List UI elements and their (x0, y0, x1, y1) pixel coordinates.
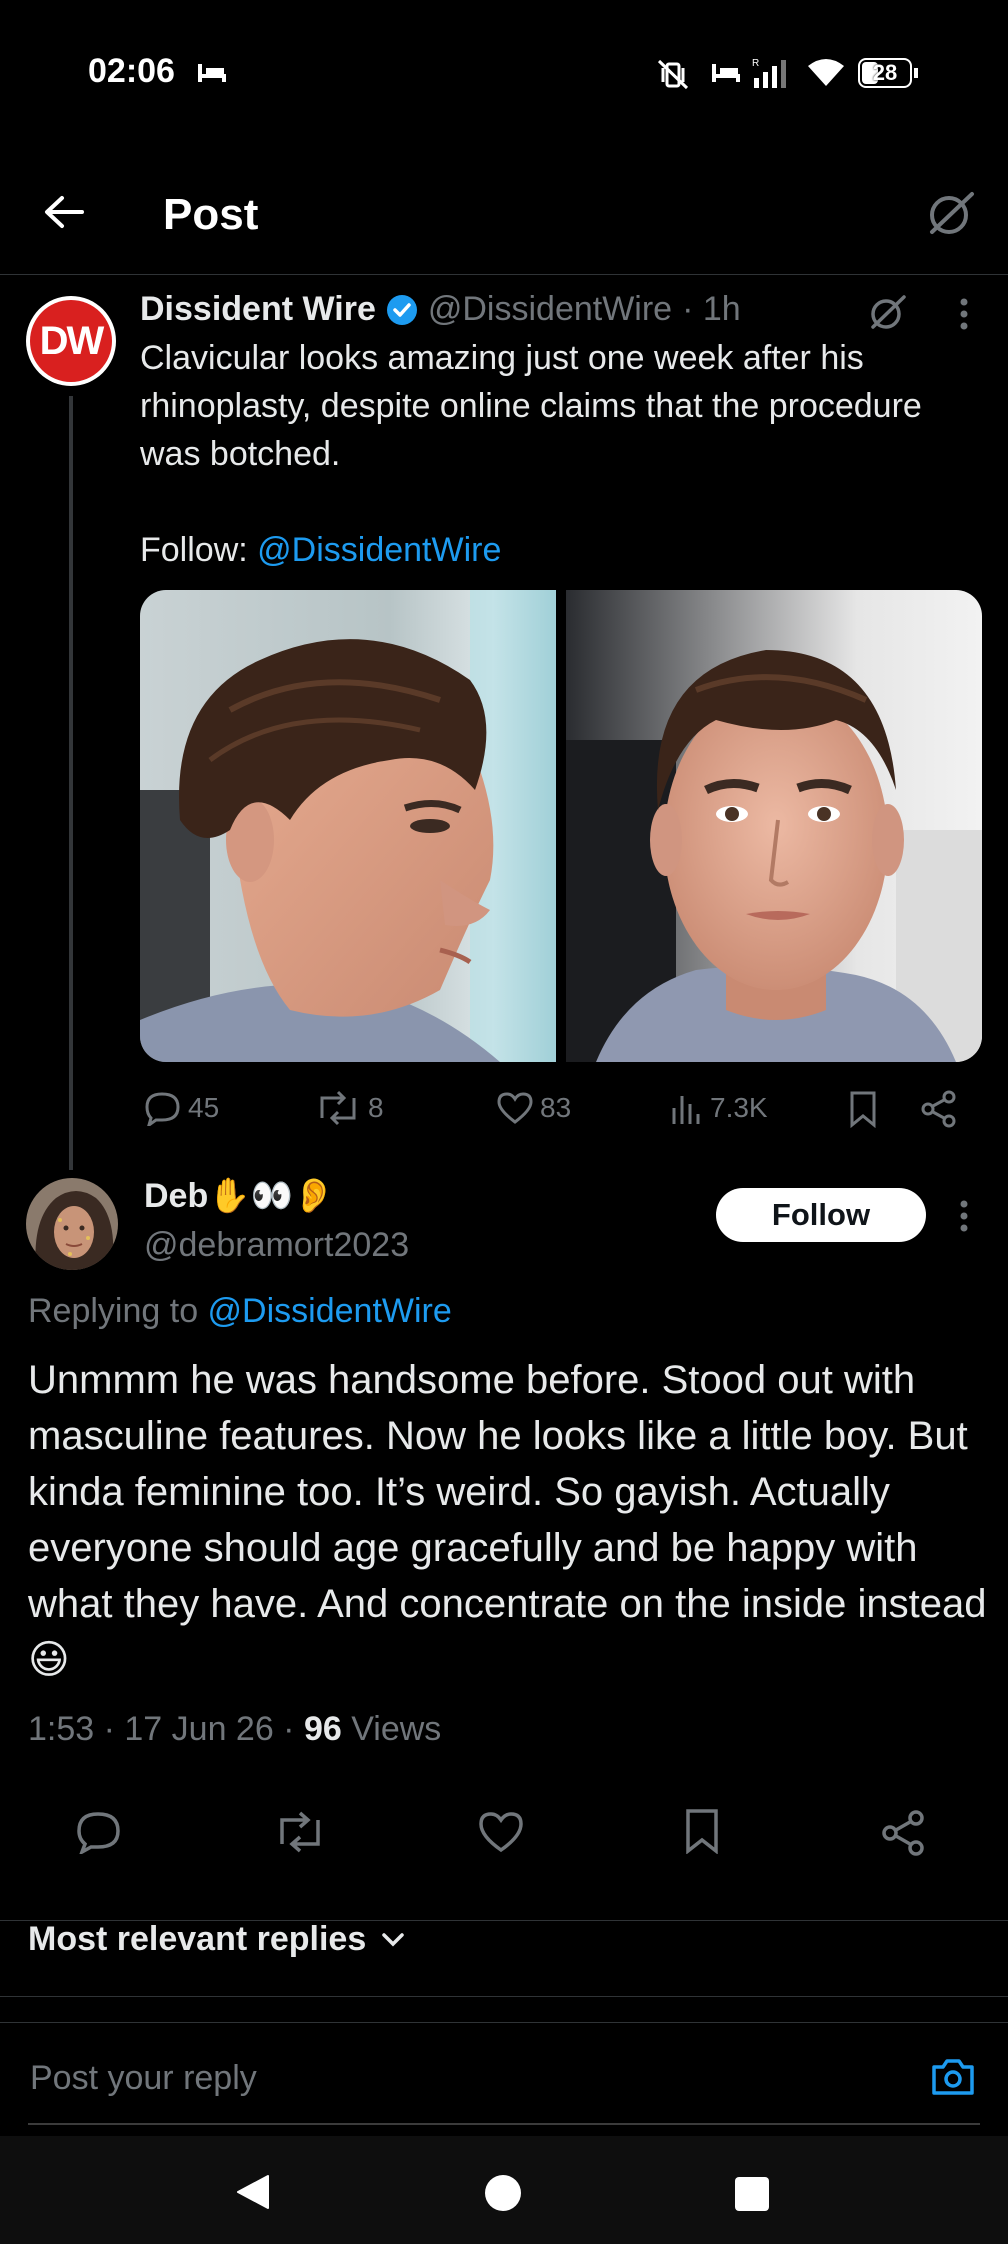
replying-prefix: Replying to (28, 1292, 208, 1330)
recents-nav-icon[interactable] (734, 2176, 770, 2212)
divider (0, 1996, 1008, 1997)
heart-icon[interactable] (478, 1810, 524, 1854)
views-action[interactable]: 7.3K (670, 1090, 768, 1126)
hotel-icon (712, 64, 740, 82)
like-action[interactable]: 83 (496, 1090, 571, 1126)
grok-icon[interactable] (926, 188, 976, 238)
follow-prefix: Follow: (140, 531, 258, 569)
wifi-icon (808, 59, 844, 86)
reply-action[interactable]: 45 (144, 1090, 219, 1126)
sort-label: Most relevant replies (28, 1920, 367, 1958)
reply-text: Unmmm he was handsome before. Stood out … (28, 1358, 987, 1682)
reply-input[interactable] (28, 2049, 912, 2107)
reply-views-label: Views (341, 1710, 442, 1748)
battery-icon: 28 (858, 58, 918, 88)
reply-author-name[interactable]: Deb✋👀👂 (144, 1176, 335, 1216)
follow-button[interactable]: Follow (716, 1188, 926, 1242)
status-bar: 02:06 R 28 (0, 0, 1008, 150)
author-name[interactable]: Dissident Wire (140, 290, 376, 329)
svg-text:R: R (752, 58, 759, 69)
post-text: Clavicular looks amazing just one week a… (140, 334, 960, 574)
repost-action[interactable]: 8 (314, 1090, 384, 1126)
mention-link[interactable]: @DissidentWire (257, 531, 501, 569)
more-options-icon[interactable] (954, 296, 974, 332)
post-body: Clavicular looks amazing just one week a… (140, 339, 922, 473)
photo-front-view[interactable] (566, 590, 982, 1062)
views-chart-icon (672, 1096, 700, 1124)
avatar[interactable] (26, 1178, 118, 1270)
reply-icon (145, 1092, 180, 1126)
replying-to: Replying to @DissidentWire (28, 1292, 452, 1331)
heart-icon (497, 1092, 533, 1124)
camera-icon[interactable] (930, 2057, 976, 2097)
share-icon[interactable] (880, 1810, 926, 1856)
page-title: Post (163, 190, 259, 239)
photo-profile-view[interactable] (140, 590, 556, 1062)
sort-dropdown[interactable]: Most relevant replies (28, 1920, 406, 1959)
reply-author-handle[interactable]: @debramort2023 (144, 1226, 409, 1265)
home-nav-icon[interactable] (484, 2174, 522, 2212)
replying-handle-link[interactable]: @DissidentWire (208, 1292, 452, 1330)
reply-views-count: 96 (303, 1710, 342, 1748)
repost-icon (320, 1090, 356, 1126)
signal-icon: R (752, 58, 786, 88)
chevron-down-icon (382, 1932, 404, 1946)
post-time: · 1h (682, 290, 741, 328)
like-count: 83 (540, 1092, 572, 1123)
status-time: 02:06 (88, 52, 175, 90)
avatar[interactable]: DW (26, 296, 116, 386)
arrow-left-icon[interactable] (42, 194, 86, 230)
verified-badge-icon (386, 294, 417, 325)
reply-timestamp: 1:53 · 17 Jun 26 · (28, 1710, 304, 1748)
avatar-logo: DW (30, 300, 112, 382)
input-underline (28, 2123, 980, 2125)
back-nav-icon[interactable] (234, 2172, 272, 2212)
post-author-row: Dissident Wire @DissidentWire · 1h (140, 290, 741, 329)
author-handle[interactable]: @DissidentWire (428, 290, 672, 329)
reply-count: 45 (188, 1092, 220, 1123)
system-nav-bar (0, 2136, 1008, 2244)
post-media[interactable] (140, 590, 982, 1062)
share-icon[interactable] (920, 1090, 958, 1128)
repost-count: 8 (368, 1092, 384, 1123)
bookmark-icon[interactable] (848, 1090, 878, 1128)
views-count: 7.3K (710, 1092, 768, 1123)
repost-icon[interactable] (272, 1810, 328, 1854)
reply-icon[interactable] (76, 1810, 122, 1854)
bookmark-icon[interactable] (684, 1808, 720, 1854)
reply-composer (0, 2022, 1008, 2137)
more-options-icon[interactable] (954, 1198, 974, 1234)
reply-metadata: 1:53 · 17 Jun 26 · 96 Views (28, 1710, 441, 1749)
post-follow-line: Follow: @DissidentWire (140, 526, 960, 574)
mute-vibrate-icon (657, 59, 689, 90)
hotel-icon (198, 64, 226, 82)
top-app-bar: Post (0, 150, 1008, 275)
grok-icon[interactable] (868, 292, 908, 332)
thread-line (69, 396, 73, 1170)
